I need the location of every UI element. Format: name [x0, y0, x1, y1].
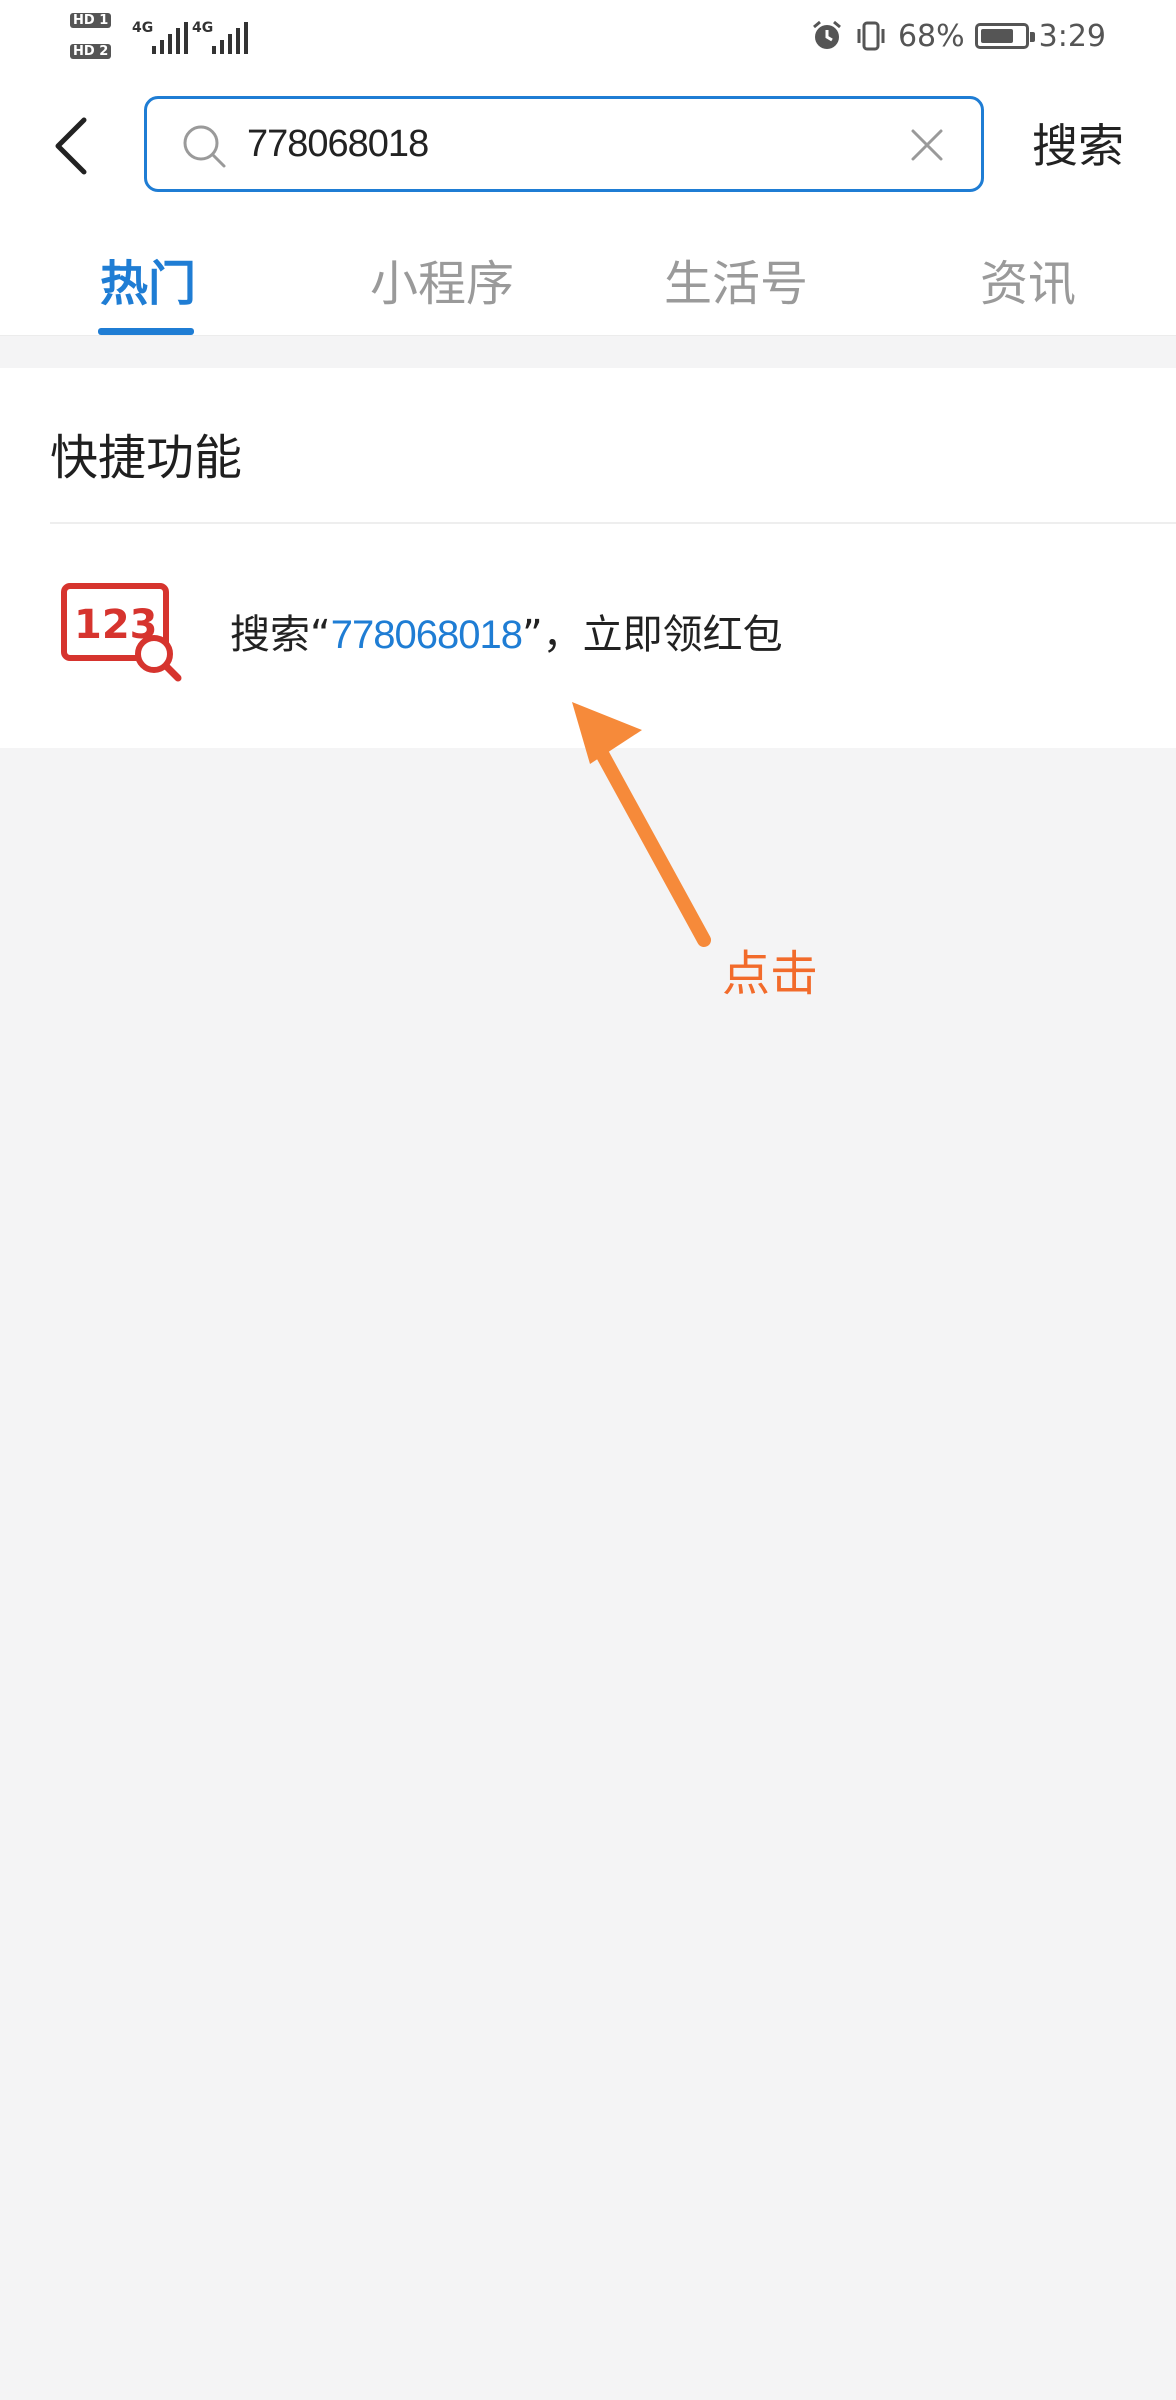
sim1-indicator: HD 1 — [70, 10, 112, 28]
network-type-2: 4G — [192, 20, 214, 36]
tab-news[interactable]: 资讯 — [980, 244, 1076, 314]
search-box[interactable] — [144, 96, 984, 192]
chevron-left-icon — [55, 117, 87, 175]
clear-icon[interactable] — [907, 125, 947, 165]
quick-function-label: 搜索“778068018”，立即领红包 — [230, 602, 783, 660]
label-number: 778068018 — [330, 613, 523, 657]
tab-mini-programs[interactable]: 小程序 — [370, 244, 514, 314]
signal-indicators: HD 1 HD 2 4G 4G — [70, 8, 260, 68]
tab-bar: 热门 小程序 生活号 资讯 — [0, 214, 1176, 336]
label-suffix: ”，立即领红包 — [521, 612, 783, 658]
back-button[interactable] — [44, 108, 104, 184]
battery-icon — [974, 23, 1035, 49]
battery-percent: 68% — [897, 18, 965, 54]
vibrate-icon — [857, 21, 885, 51]
search-header: 搜索 — [0, 78, 1176, 214]
tab-life-accounts[interactable]: 生活号 — [664, 244, 808, 314]
signal-bars-2-icon — [212, 22, 252, 54]
search-button[interactable]: 搜索 — [1032, 110, 1124, 176]
search-icon — [183, 125, 226, 168]
status-bar: HD 1 HD 2 4G 4G 68% 3:29 — [0, 0, 1176, 78]
status-right: 68% 3:29 — [810, 16, 1106, 56]
signal-bars-1-icon — [152, 22, 192, 54]
label-prefix: 搜索“ — [230, 612, 331, 658]
network-type-1: 4G — [132, 20, 154, 36]
sim2-indicator: HD 2 — [70, 41, 112, 59]
annotation-label: 点击 — [722, 946, 819, 1002]
tab-hot[interactable]: 热门 — [100, 244, 196, 314]
alarm-icon — [812, 20, 841, 49]
section-title: 快捷功能 — [50, 430, 243, 486]
screen: HD 1 HD 2 4G 4G 68% 3:29 778068018 搜索 热门… — [0, 0, 1176, 2400]
clock: 3:29 — [1038, 18, 1106, 54]
number-search-icon: 123 — [61, 583, 182, 682]
active-tab-indicator — [98, 328, 194, 335]
search-input[interactable] — [247, 113, 887, 175]
annotation-arrow-icon — [572, 702, 711, 947]
